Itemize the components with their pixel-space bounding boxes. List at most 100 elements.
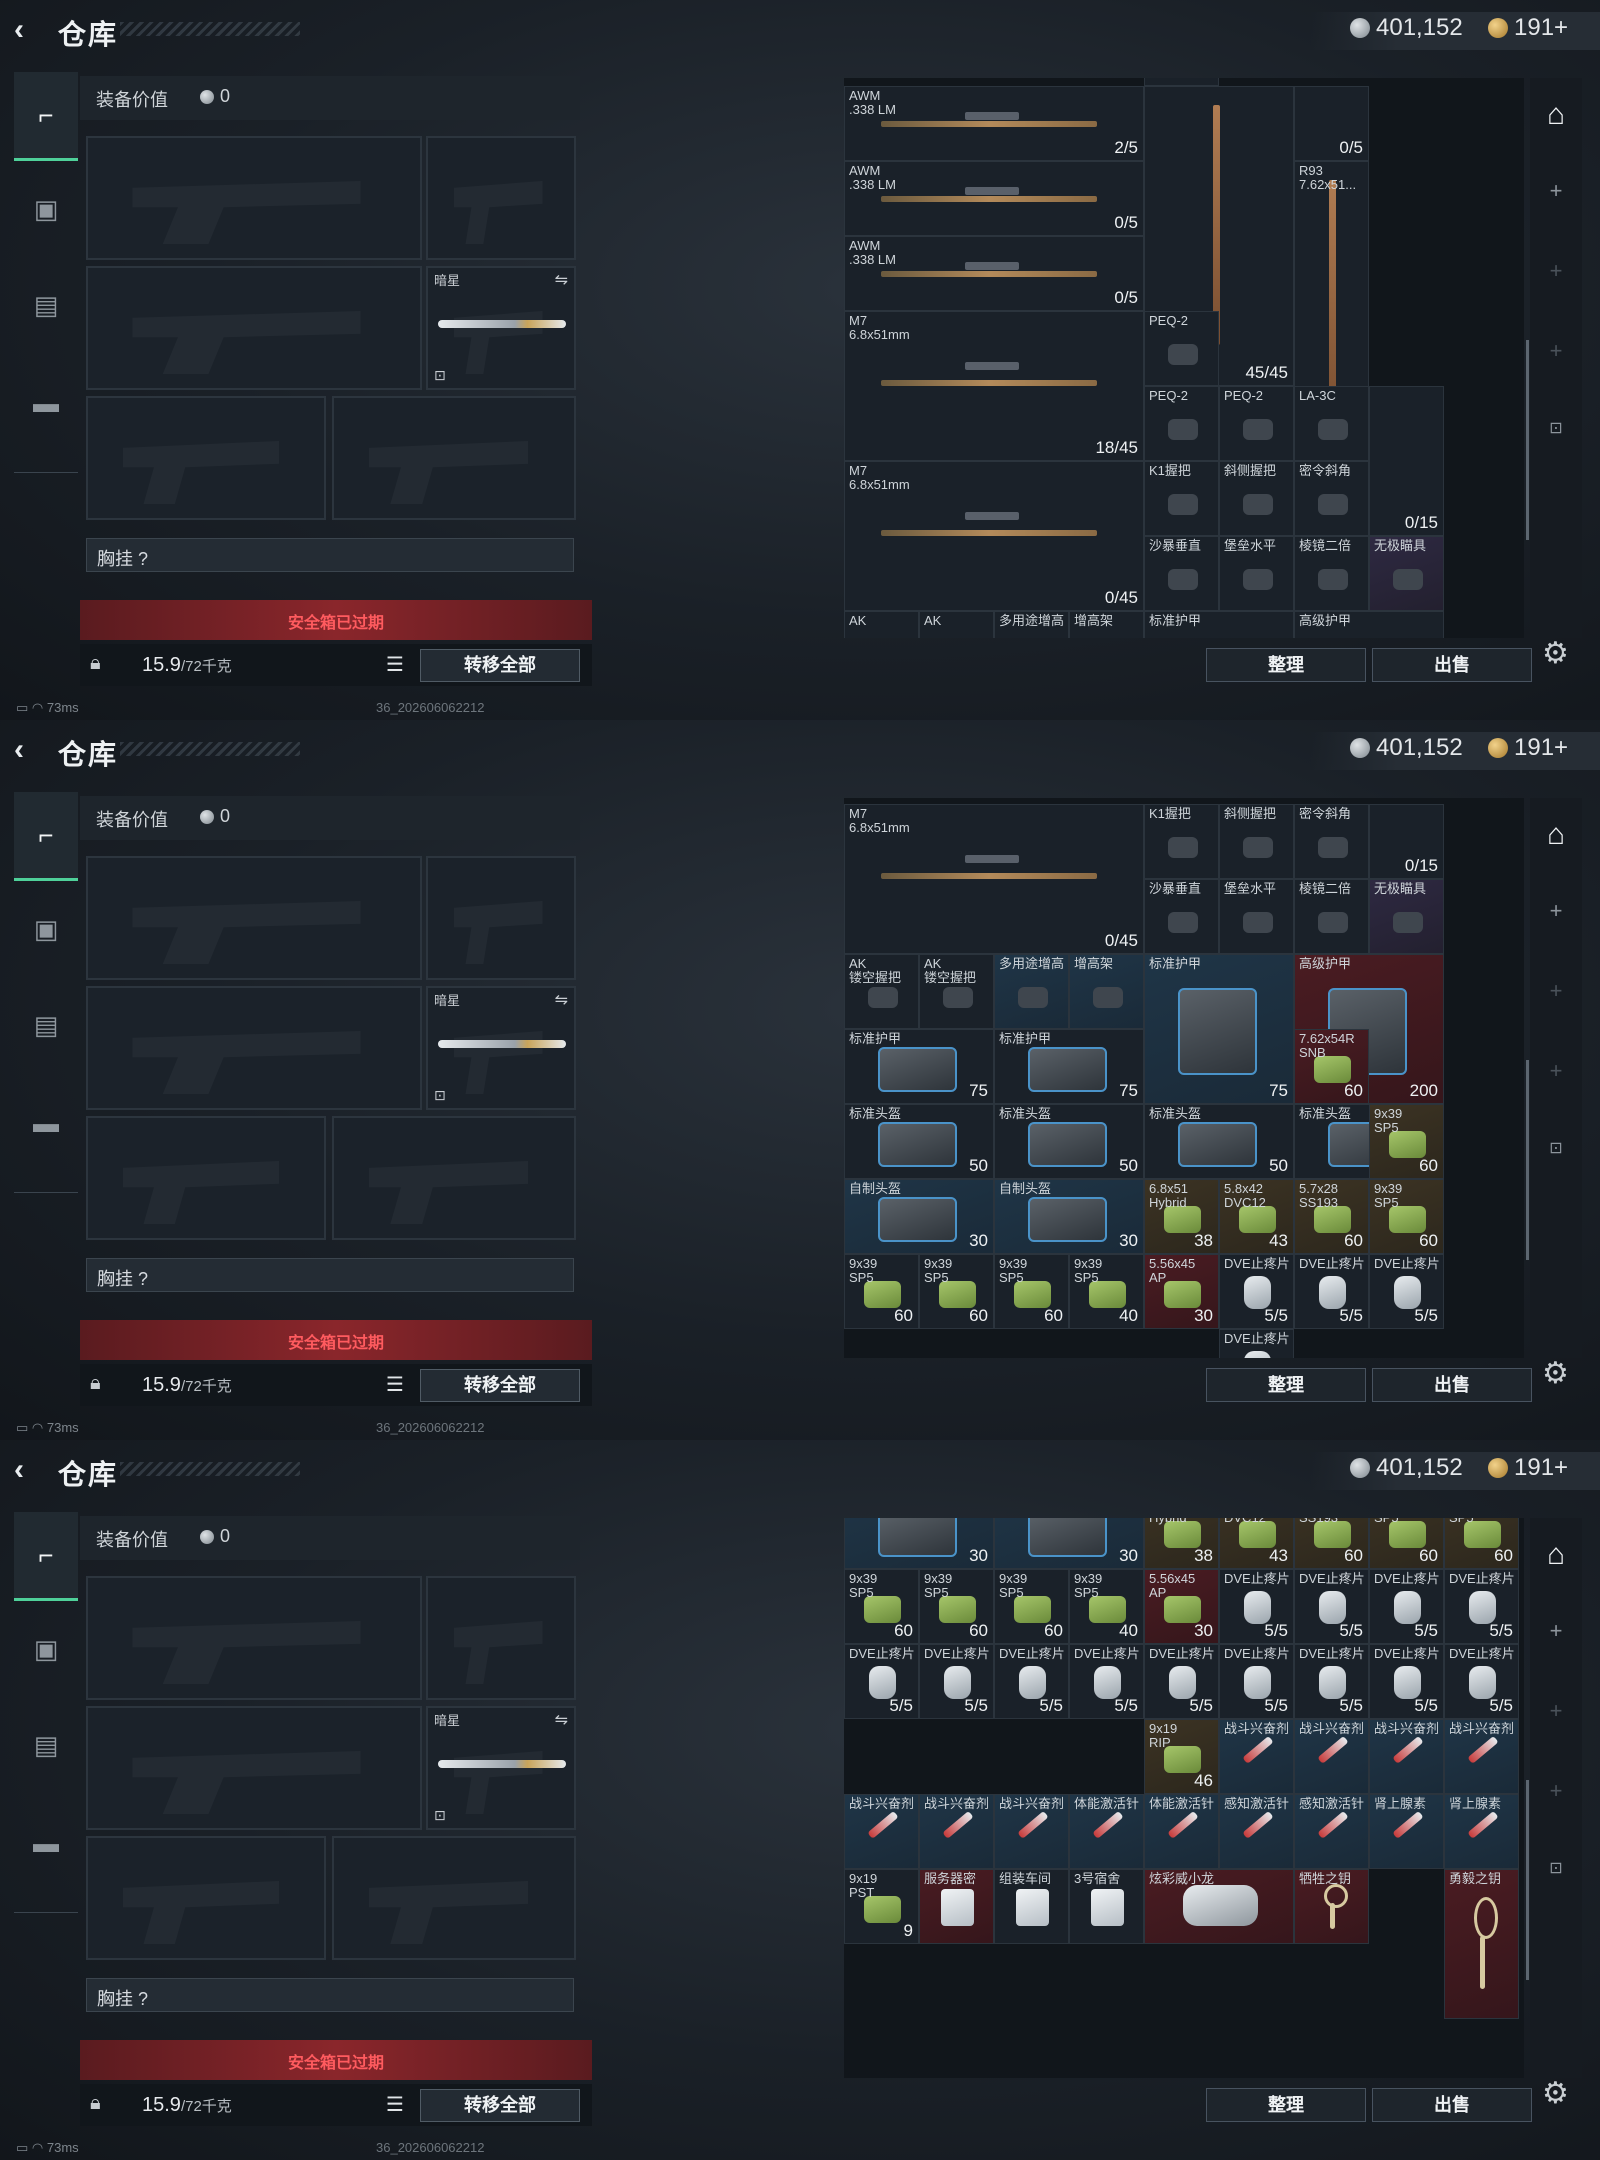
tab-case[interactable]: ▬ [14,360,78,446]
tab-armor[interactable]: ▣ [14,166,78,252]
inventory-item[interactable]: AWM .338 LM 2/5 [844,86,1144,161]
warehouse-icon[interactable]: ⌂ [1530,98,1582,132]
inventory-item[interactable]: 5.7x28 SS193 60 [1294,1518,1369,1569]
tab-weapons[interactable]: ⌐ [14,1512,78,1601]
inventory-item[interactable]: AWM .338 LM 0/5 [844,236,1144,311]
inventory-item[interactable]: PEQ-2 [1219,386,1294,461]
tab-weapons[interactable]: ⌐ [14,72,78,161]
inventory-item[interactable]: 9x39 SP5 60 [1444,1518,1519,1569]
inventory-item[interactable]: 勇毅之钥 [1444,1869,1519,2019]
inventory-item[interactable]: 战斗兴奋剂 [919,1794,994,1869]
inventory-item[interactable]: 多用途增高 [994,611,1069,638]
gold-currency[interactable]: 191+ [1488,1454,1568,1482]
scrollbar[interactable] [1526,1060,1529,1260]
inventory-item[interactable]: 体能激活针 [1144,1794,1219,1869]
tab-vest[interactable]: ▤ [14,982,78,1068]
inventory-item[interactable]: 9x39 SP5 60 [844,1254,919,1329]
inventory-item[interactable]: LA-3C [1294,386,1369,461]
inventory-item[interactable]: 4/5 [1144,78,1219,86]
inventory-item[interactable]: 体能激活针 [1069,1794,1144,1869]
inventory-item[interactable]: 标准头盔 50 [1144,1104,1294,1179]
helmet-slot[interactable] [86,1116,326,1240]
inventory-item[interactable]: DVE止疼片5/5 [1219,1329,1294,1358]
transfer-all-button[interactable]: 转移全部 [420,2089,580,2122]
back-arrow-icon[interactable]: ‹ [14,1454,44,1486]
inventory-item[interactable]: 牺牲之钥 [1294,1869,1369,1944]
inventory-item[interactable]: 战斗兴奋剂 [844,1794,919,1869]
add-icon[interactable]: + [1530,1618,1582,1644]
inventory-item[interactable]: K1握把 [1144,461,1219,536]
inventory-item[interactable]: 9x19 RIP 46 [1144,1719,1219,1794]
lock-icon[interactable]: ⊡ [1530,1138,1582,1158]
lock-icon[interactable]: ⊡ [1530,418,1582,438]
inventory-item[interactable]: AWM .338 LM 0/5 [844,161,1144,236]
inventory-item[interactable]: 自制头盔30 [844,1179,994,1254]
inventory-item[interactable]: DVE止疼片5/5 [1369,1254,1444,1329]
add-icon[interactable]: + [1530,338,1582,364]
back-arrow-icon[interactable]: ‹ [14,14,44,46]
inventory-item[interactable]: 炫彩威小龙 [1144,1869,1294,1944]
inventory-item[interactable]: 标准头盔 50 [844,1104,994,1179]
inventory-item[interactable]: 3号宿舍 [1069,1869,1144,1944]
inventory-item[interactable]: DVE止疼片5/5 [1219,1569,1294,1644]
melee-slot[interactable]: 暗星 ⇋ ⊡ [426,986,576,1110]
list-icon[interactable]: ☰ [380,1372,410,1398]
chest-rig-slot[interactable]: 胸挂 ? [86,1258,574,1292]
pistol-slot[interactable] [426,856,576,980]
gold-currency[interactable]: 191+ [1488,734,1568,762]
swap-icon[interactable]: ⇋ [555,1710,568,1730]
tab-case[interactable]: ▬ [14,1800,78,1886]
inventory-item[interactable]: 9x39 SP5 60 [919,1254,994,1329]
gear-icon[interactable]: ⚙ [1542,2076,1569,2111]
chest-rig-slot[interactable]: 胸挂 ? [86,1978,574,2012]
inventory-item[interactable]: 感知激活针 [1219,1794,1294,1869]
inventory-item[interactable]: DVE止疼片5/5 [1294,1644,1369,1719]
inventory-item[interactable]: 斜侧握把 [1219,461,1294,536]
helmet-slot[interactable] [86,396,326,520]
inventory-item[interactable]: 9x39 SP5 60 [1369,1179,1444,1254]
swap-icon[interactable]: ⇋ [555,270,568,290]
inventory-item[interactable]: 9x39 SP5 60 [1369,1104,1444,1179]
inventory-item[interactable]: DVE止疼片5/5 [994,1644,1069,1719]
inventory-item[interactable]: 9x39 SP5 60 [994,1254,1069,1329]
transfer-all-button[interactable]: 转移全部 [420,649,580,682]
inventory-item[interactable]: 自制头盔30 [994,1179,1144,1254]
inventory-item[interactable]: 增高架 [1069,954,1144,1029]
inventory-item[interactable]: 5.7x28 SS193 60 [1294,1179,1369,1254]
add-icon[interactable]: + [1530,978,1582,1004]
inventory-item[interactable]: AK 镂空握把 [919,954,994,1029]
inventory-item[interactable]: 9x39 SP5 60 [994,1569,1069,1644]
armor-slot[interactable] [332,396,576,520]
organize-button[interactable]: 整理 [1206,648,1366,682]
tab-weapons[interactable]: ⌐ [14,792,78,881]
inventory-item[interactable]: 棱镜二倍 [1294,879,1369,954]
inventory-item[interactable]: DVE止疼片5/5 [1144,1644,1219,1719]
inventory-item[interactable]: DVE止疼片5/5 [919,1644,994,1719]
inventory-item[interactable]: 自制头盔30 [994,1518,1144,1569]
inventory-item[interactable]: 战斗兴奋剂 [1369,1719,1444,1794]
inventory-item[interactable]: 战斗兴奋剂 [1444,1719,1519,1794]
inventory-item[interactable]: 标准护甲 75 [844,1029,994,1104]
warehouse-icon[interactable]: ⌂ [1530,818,1582,852]
inventory-item[interactable]: M7 6.8x51mm 0/45 [844,804,1144,954]
inventory-item[interactable]: 9x39 SP5 60 [1369,1518,1444,1569]
add-icon[interactable]: + [1530,1058,1582,1084]
gold-currency[interactable]: 191+ [1488,14,1568,42]
sell-button[interactable]: 出售 [1372,648,1532,682]
inventory-item[interactable]: 标准护甲 75 [1144,954,1294,1104]
safebox-expired-banner[interactable]: 安全箱已过期 [80,2040,592,2080]
armor-slot[interactable] [332,1836,576,1960]
secondary-weapon-slot[interactable] [86,1706,422,1830]
inventory-item[interactable]: DVE止疼片5/5 [1444,1644,1519,1719]
inventory-item[interactable]: 肾上腺素 [1444,1794,1519,1869]
inventory-item[interactable]: AK 镂空握把 [844,954,919,1029]
tab-case[interactable]: ▬ [14,1080,78,1166]
back-arrow-icon[interactable]: ‹ [14,734,44,766]
melee-slot[interactable]: 暗星 ⇋ ⊡ [426,1706,576,1830]
inventory-item[interactable]: 堡垒水平 [1219,536,1294,611]
inventory-item[interactable]: AK [919,611,994,638]
inventory-item[interactable]: 9x39 SP5 40 [1069,1569,1144,1644]
inventory-item[interactable]: PEQ-2 [1144,311,1219,386]
inventory-item[interactable]: 0/5 [1294,86,1369,161]
inventory-item[interactable]: DVE止疼片5/5 [1219,1644,1294,1719]
